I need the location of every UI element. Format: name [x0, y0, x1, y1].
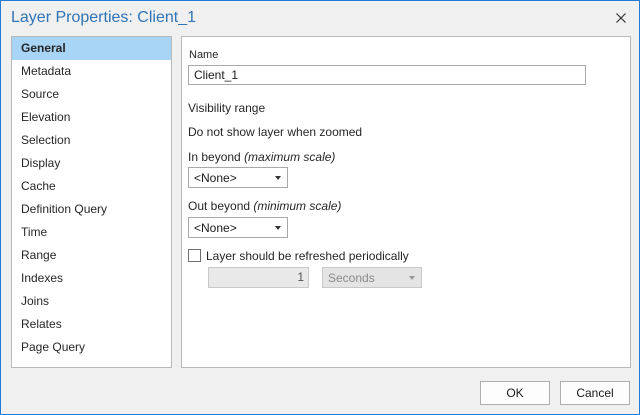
sidebar-item-label: Page Query — [21, 340, 86, 354]
sidebar-item-definition-query[interactable]: Definition Query — [12, 198, 171, 221]
chevron-down-icon — [275, 176, 281, 180]
title-bar: Layer Properties: Client_1 — [1, 1, 639, 35]
sidebar-item-general[interactable]: General — [12, 37, 171, 60]
sidebar-item-label: Range — [21, 248, 57, 262]
out-beyond-dropdown[interactable]: <None> — [188, 217, 288, 238]
refresh-interval-field[interactable]: 1 — [208, 267, 309, 288]
sidebar-item-joins[interactable]: Joins — [12, 290, 171, 313]
sidebar-nav: General Metadata Source Elevation Select… — [11, 36, 172, 368]
ok-button[interactable]: OK — [480, 381, 550, 405]
sidebar-item-time[interactable]: Time — [12, 221, 171, 244]
in-beyond-value: <None> — [194, 171, 237, 185]
out-beyond-label: Out beyond (minimum scale) — [188, 199, 342, 213]
name-label: Name — [189, 49, 219, 61]
refresh-unit-dropdown[interactable]: Seconds — [322, 267, 422, 288]
in-beyond-note: (maximum scale) — [244, 150, 336, 164]
general-panel: Name Visibility range Do not show layer … — [181, 36, 631, 368]
sidebar-item-label: Definition Query — [21, 202, 108, 216]
visibility-range-heading: Visibility range — [188, 101, 266, 115]
sidebar-item-label: General — [21, 41, 66, 55]
refresh-periodically-label: Layer should be refreshed periodically — [206, 249, 409, 263]
cancel-button[interactable]: Cancel — [560, 381, 630, 405]
sidebar-item-selection[interactable]: Selection — [12, 129, 171, 152]
sidebar-item-page-query[interactable]: Page Query — [12, 336, 171, 359]
name-field[interactable] — [188, 65, 586, 85]
sidebar-item-indexes[interactable]: Indexes — [12, 267, 171, 290]
refresh-periodically-checkbox[interactable] — [188, 249, 201, 262]
sidebar-item-range[interactable]: Range — [12, 244, 171, 267]
sidebar-item-label: Source — [21, 87, 60, 101]
sidebar-item-label: Joins — [21, 294, 50, 308]
sidebar-item-label: Relates — [21, 317, 62, 331]
sidebar-item-display[interactable]: Display — [12, 152, 171, 175]
sidebar-item-relates[interactable]: Relates — [12, 313, 171, 336]
sidebar-item-source[interactable]: Source — [12, 83, 171, 106]
dialog-title: Layer Properties: Client_1 — [11, 9, 196, 26]
sidebar-item-elevation[interactable]: Elevation — [12, 106, 171, 129]
sidebar-item-label: Selection — [21, 133, 71, 147]
chevron-down-icon — [275, 226, 281, 230]
in-beyond-label: In beyond (maximum scale) — [188, 150, 336, 164]
layer-properties-dialog: Layer Properties: Client_1 General Metad… — [0, 0, 640, 415]
out-beyond-note: (minimum scale) — [253, 199, 342, 213]
in-beyond-dropdown[interactable]: <None> — [188, 167, 288, 188]
sidebar-item-label: Cache — [21, 179, 56, 193]
sidebar-item-label: Display — [21, 156, 61, 170]
refresh-unit-value: Seconds — [328, 271, 375, 285]
sidebar-item-metadata[interactable]: Metadata — [12, 60, 171, 83]
sidebar-item-label: Indexes — [21, 271, 64, 285]
out-beyond-value: <None> — [194, 221, 237, 235]
close-icon — [616, 13, 626, 23]
visibility-hint: Do not show layer when zoomed — [188, 125, 363, 139]
close-button[interactable] — [609, 7, 633, 29]
sidebar-item-cache[interactable]: Cache — [12, 175, 171, 198]
sidebar-item-label: Time — [21, 225, 48, 239]
sidebar-item-label: Metadata — [21, 64, 72, 78]
sidebar-item-label: Elevation — [21, 110, 71, 124]
chevron-down-icon — [409, 276, 415, 280]
